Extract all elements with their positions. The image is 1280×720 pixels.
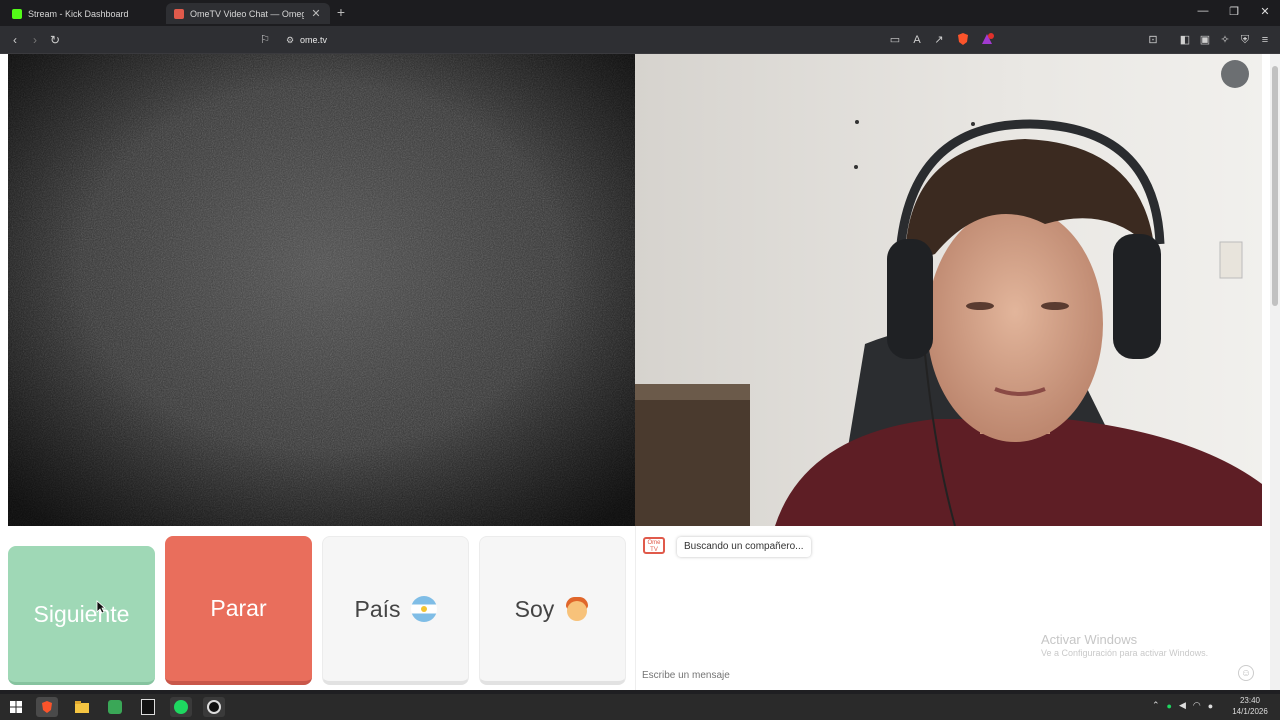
tab-kick-dashboard[interactable]: Stream - Kick Dashboard <box>4 3 164 24</box>
activate-windows-title: Activar Windows <box>1041 632 1138 647</box>
close-tab-icon[interactable]: ✕ <box>310 7 322 20</box>
activate-windows-subtitle: Ve a Configuración para activar Windows. <box>1041 648 1209 658</box>
clock-date: 14/1/2026 <box>1232 707 1268 716</box>
stop-button[interactable]: Parar <box>165 536 312 685</box>
bookmark-icon[interactable]: ⚐ <box>257 32 273 48</box>
next-button-label: Siguiente <box>33 600 130 627</box>
translate-icon[interactable]: A <box>909 32 925 48</box>
ometv-logo-icon: Ome TV <box>643 537 665 554</box>
cast-icon[interactable]: ▭ <box>887 32 903 48</box>
start-icon[interactable] <box>5 697 27 717</box>
webcam-picture <box>635 54 1262 526</box>
back-icon[interactable]: ‹ <box>6 31 24 49</box>
leo-ai-icon[interactable]: ✧ <box>1217 32 1233 48</box>
reload-icon[interactable]: ↻ <box>46 31 64 49</box>
screenshot-icon[interactable]: ⊡ <box>1145 32 1161 48</box>
tab-title: OmeTV Video Chat — Omegl <box>190 8 304 19</box>
obs-icon[interactable] <box>203 697 225 717</box>
epic-games-icon[interactable] <box>137 697 159 717</box>
chat-status-message: Buscando un compañero... <box>677 537 811 557</box>
file-explorer-icon[interactable] <box>71 697 93 717</box>
kick-icon <box>12 8 22 19</box>
local-camera-video <box>635 54 1262 526</box>
country-button[interactable]: País <box>322 536 469 685</box>
microphone-icon[interactable]: ● <box>1208 701 1213 711</box>
ometv-icon <box>174 8 184 19</box>
gender-button[interactable]: Soy <box>479 536 626 685</box>
new-tab-button[interactable]: + <box>334 4 348 20</box>
menu-icon[interactable]: ≡ <box>1257 32 1273 48</box>
minimize-button[interactable]: — <box>1193 5 1213 17</box>
argentina-flag-icon <box>410 596 437 622</box>
system-tray: ⌃ ● ◀ ◠ ● <box>1152 700 1213 711</box>
chevron-up-icon[interactable]: ⌃ <box>1152 700 1160 711</box>
static-noise <box>8 54 635 526</box>
country-button-label: País <box>354 595 401 622</box>
app-icon[interactable] <box>104 697 126 717</box>
tab-ometv[interactable]: OmeTV Video Chat — Omegl ✕ <box>166 3 330 24</box>
mouse-cursor-icon <box>96 600 107 619</box>
sidebar-icon[interactable]: ◧ <box>1177 32 1193 48</box>
forward-icon[interactable]: › <box>26 31 44 49</box>
browser-toolbar <box>0 26 1280 54</box>
tab-title: Stream - Kick Dashboard <box>28 8 129 19</box>
address-bar-url[interactable]: ome.tv <box>300 35 327 45</box>
boy-emoji-icon <box>564 595 590 623</box>
scrollbar-thumb[interactable] <box>1272 66 1278 306</box>
chat-message-input[interactable] <box>640 665 1234 685</box>
clock-time: 23:40 <box>1239 696 1261 705</box>
brave-shields-icon[interactable] <box>955 32 971 48</box>
vpn-icon[interactable]: ⛨ <box>1237 32 1253 48</box>
volume-icon[interactable]: ◀ <box>1179 700 1186 711</box>
close-window-button[interactable]: ✕ <box>1255 5 1275 18</box>
site-info-icon[interactable]: ⚙ <box>282 32 298 48</box>
taskbar-clock[interactable]: 23:40 14/1/2026 <box>1228 695 1272 717</box>
stop-button-label: Parar <box>210 595 267 621</box>
spotify-tray-icon[interactable]: ● <box>1167 701 1172 711</box>
gender-button-label: Soy <box>514 595 555 622</box>
wallet-icon[interactable]: ▣ <box>1197 32 1213 48</box>
restore-button[interactable]: ❐ <box>1224 5 1244 18</box>
brave-rewards-icon[interactable] <box>979 32 995 48</box>
share-icon[interactable]: ↗ <box>931 32 947 48</box>
brave-icon[interactable] <box>36 697 58 717</box>
spotify-icon[interactable] <box>170 697 192 717</box>
emoji-icon[interactable]: ☺ <box>1238 665 1254 681</box>
windows-taskbar <box>0 694 1280 720</box>
wifi-icon[interactable]: ◠ <box>1193 700 1201 711</box>
remote-video <box>8 54 635 526</box>
next-button[interactable]: Siguiente <box>8 546 155 685</box>
